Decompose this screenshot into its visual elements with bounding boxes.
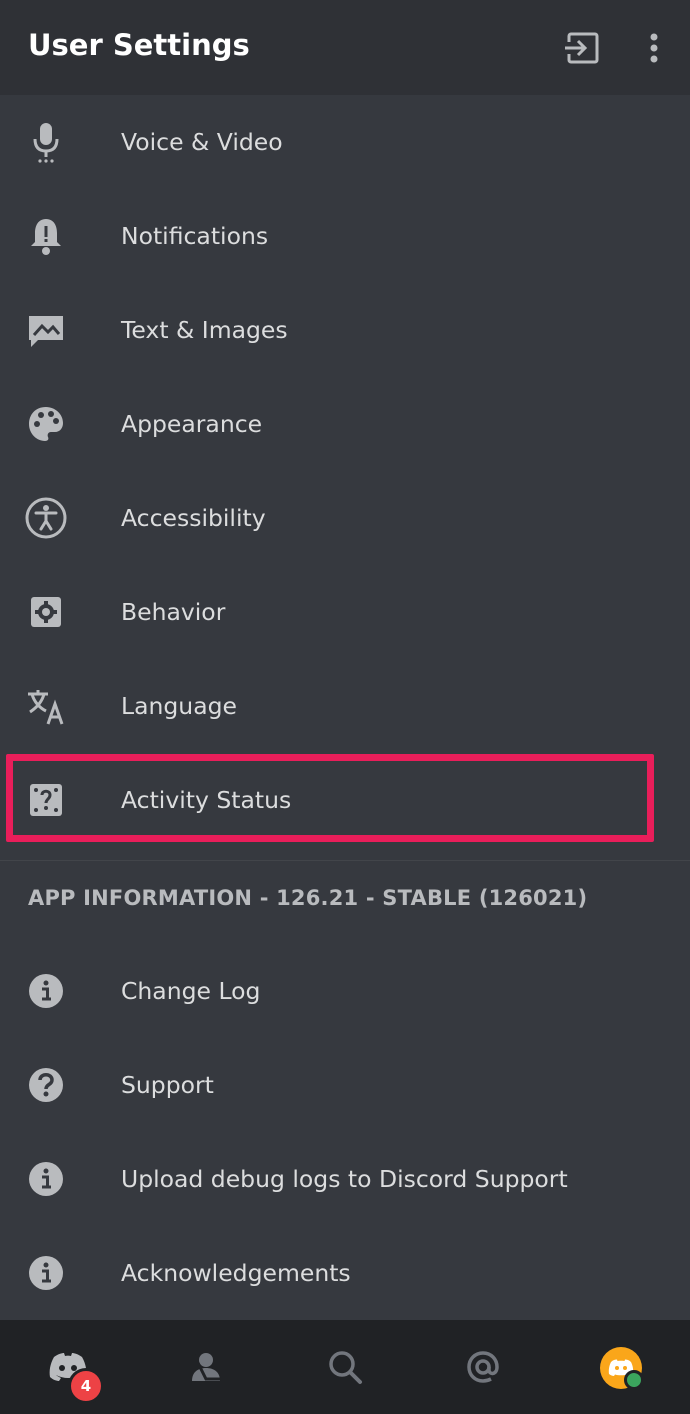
settings-item-behavior[interactable]: Behavior — [0, 565, 690, 659]
settings-item-label: Voice & Video — [121, 128, 283, 156]
gear-icon — [24, 590, 68, 634]
settings-item-acknowledgements[interactable]: Acknowledgements — [0, 1226, 690, 1320]
info-icon — [24, 1251, 68, 1295]
notification-badge: 4 — [68, 1368, 104, 1404]
friends-icon[interactable] — [186, 1345, 230, 1389]
more-vertical-icon[interactable] — [640, 28, 668, 68]
settings-item-notifications[interactable]: Notifications — [0, 189, 690, 283]
search-icon[interactable] — [323, 1345, 367, 1389]
divider — [0, 860, 690, 861]
app-information-header: APP INFORMATION - 126.21 - STABLE (12602… — [28, 886, 588, 910]
settings-item-activity-status[interactable]: Activity Status — [0, 753, 690, 847]
info-icon — [24, 1157, 68, 1201]
settings-item-text-images[interactable]: Text & Images — [0, 283, 690, 377]
bell-icon — [24, 214, 68, 258]
settings-item-label: Activity Status — [121, 786, 292, 814]
image-icon — [24, 308, 68, 352]
bottom-nav — [0, 1320, 690, 1414]
settings-item-label: Notifications — [121, 222, 269, 250]
activity-status-icon — [24, 778, 68, 822]
at-mention-icon[interactable] — [461, 1345, 505, 1389]
settings-item-label: Text & Images — [121, 316, 288, 344]
settings-item-label: Change Log — [121, 977, 261, 1005]
settings-item-label: Support — [121, 1071, 214, 1099]
settings-item-voice-video[interactable]: Voice & Video — [0, 95, 690, 189]
settings-item-support[interactable]: Support — [0, 1038, 690, 1132]
settings-item-label: Upload debug logs to Discord Support — [121, 1165, 568, 1193]
settings-item-label: Accessibility — [121, 504, 266, 532]
settings-item-label: Behavior — [121, 598, 226, 626]
settings-item-upload-debug-logs[interactable]: Upload debug logs to Discord Support — [0, 1132, 690, 1226]
info-icon — [24, 969, 68, 1013]
palette-icon — [24, 402, 68, 446]
settings-item-label: Language — [121, 692, 237, 720]
app-info-list: Change Log Support Upload debug logs to … — [0, 944, 690, 1320]
settings-list: Voice & Video Notifications Text & Image… — [0, 95, 690, 847]
accessibility-icon — [24, 496, 68, 540]
settings-item-label: Acknowledgements — [121, 1259, 351, 1287]
page-title: User Settings — [28, 28, 250, 62]
settings-item-language[interactable]: Language — [0, 659, 690, 753]
settings-item-appearance[interactable]: Appearance — [0, 377, 690, 471]
question-icon — [24, 1063, 68, 1107]
settings-item-label: Appearance — [121, 410, 263, 438]
settings-item-change-log[interactable]: Change Log — [0, 944, 690, 1038]
microphone-icon — [24, 120, 68, 164]
online-status-indicator — [624, 1370, 644, 1390]
translate-icon — [24, 684, 68, 728]
logout-icon[interactable] — [562, 28, 602, 68]
settings-item-accessibility[interactable]: Accessibility — [0, 471, 690, 565]
app-header: User Settings — [0, 0, 690, 95]
